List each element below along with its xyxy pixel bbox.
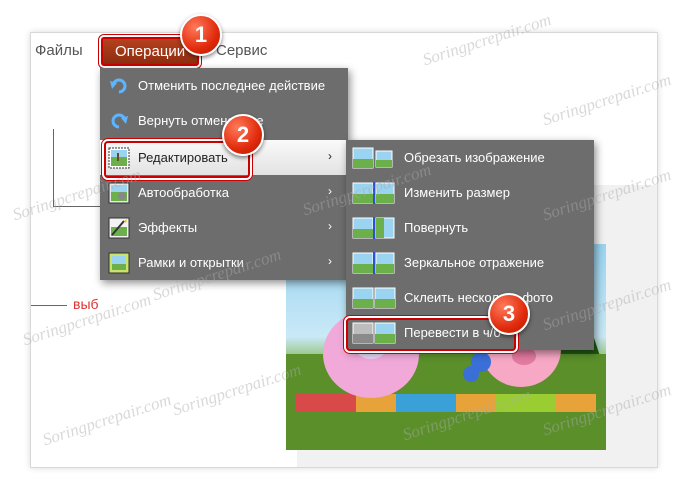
chevron-right-icon: › bbox=[328, 219, 332, 233]
menu-service[interactable]: Сервис bbox=[216, 42, 267, 59]
menu-item-undo[interactable]: Отменить последнее действие bbox=[100, 68, 348, 103]
redo-icon bbox=[111, 113, 128, 129]
undo-icon bbox=[110, 78, 127, 94]
chevron-right-icon: › bbox=[328, 254, 332, 268]
chevron-right-icon: › bbox=[328, 149, 332, 163]
menu-bar: Файлы Операции Сервис bbox=[31, 33, 657, 69]
tree-line bbox=[31, 305, 67, 306]
menu-files[interactable]: Файлы bbox=[35, 42, 83, 59]
submenu-item-label: Повернуть bbox=[404, 220, 469, 235]
step-badge-2: 2 bbox=[222, 114, 264, 156]
merge-icon bbox=[352, 287, 396, 309]
submenu-item-label: Зеркальное отражение bbox=[404, 255, 545, 270]
rotate-icon bbox=[352, 217, 395, 239]
frames-icon bbox=[108, 252, 130, 274]
crop-icon bbox=[352, 147, 393, 169]
effects-icon bbox=[108, 217, 130, 239]
menu-item-label: Автообработка bbox=[138, 185, 230, 200]
submenu-item-mirror[interactable]: Зеркальное отражение bbox=[346, 245, 594, 280]
submenu-item-crop[interactable]: Обрезать изображение bbox=[346, 140, 594, 175]
submenu-item-label: Склеить несколько фото bbox=[404, 290, 554, 305]
step-badge-3: 3 bbox=[488, 293, 530, 335]
menu-item-label: Отменить последнее действие bbox=[138, 78, 326, 93]
mirror-icon bbox=[352, 252, 395, 274]
step-badge-1: 1 bbox=[180, 14, 222, 56]
submenu-item-label: Изменить размер bbox=[404, 185, 510, 200]
menu-item-label: Эффекты bbox=[138, 220, 198, 235]
